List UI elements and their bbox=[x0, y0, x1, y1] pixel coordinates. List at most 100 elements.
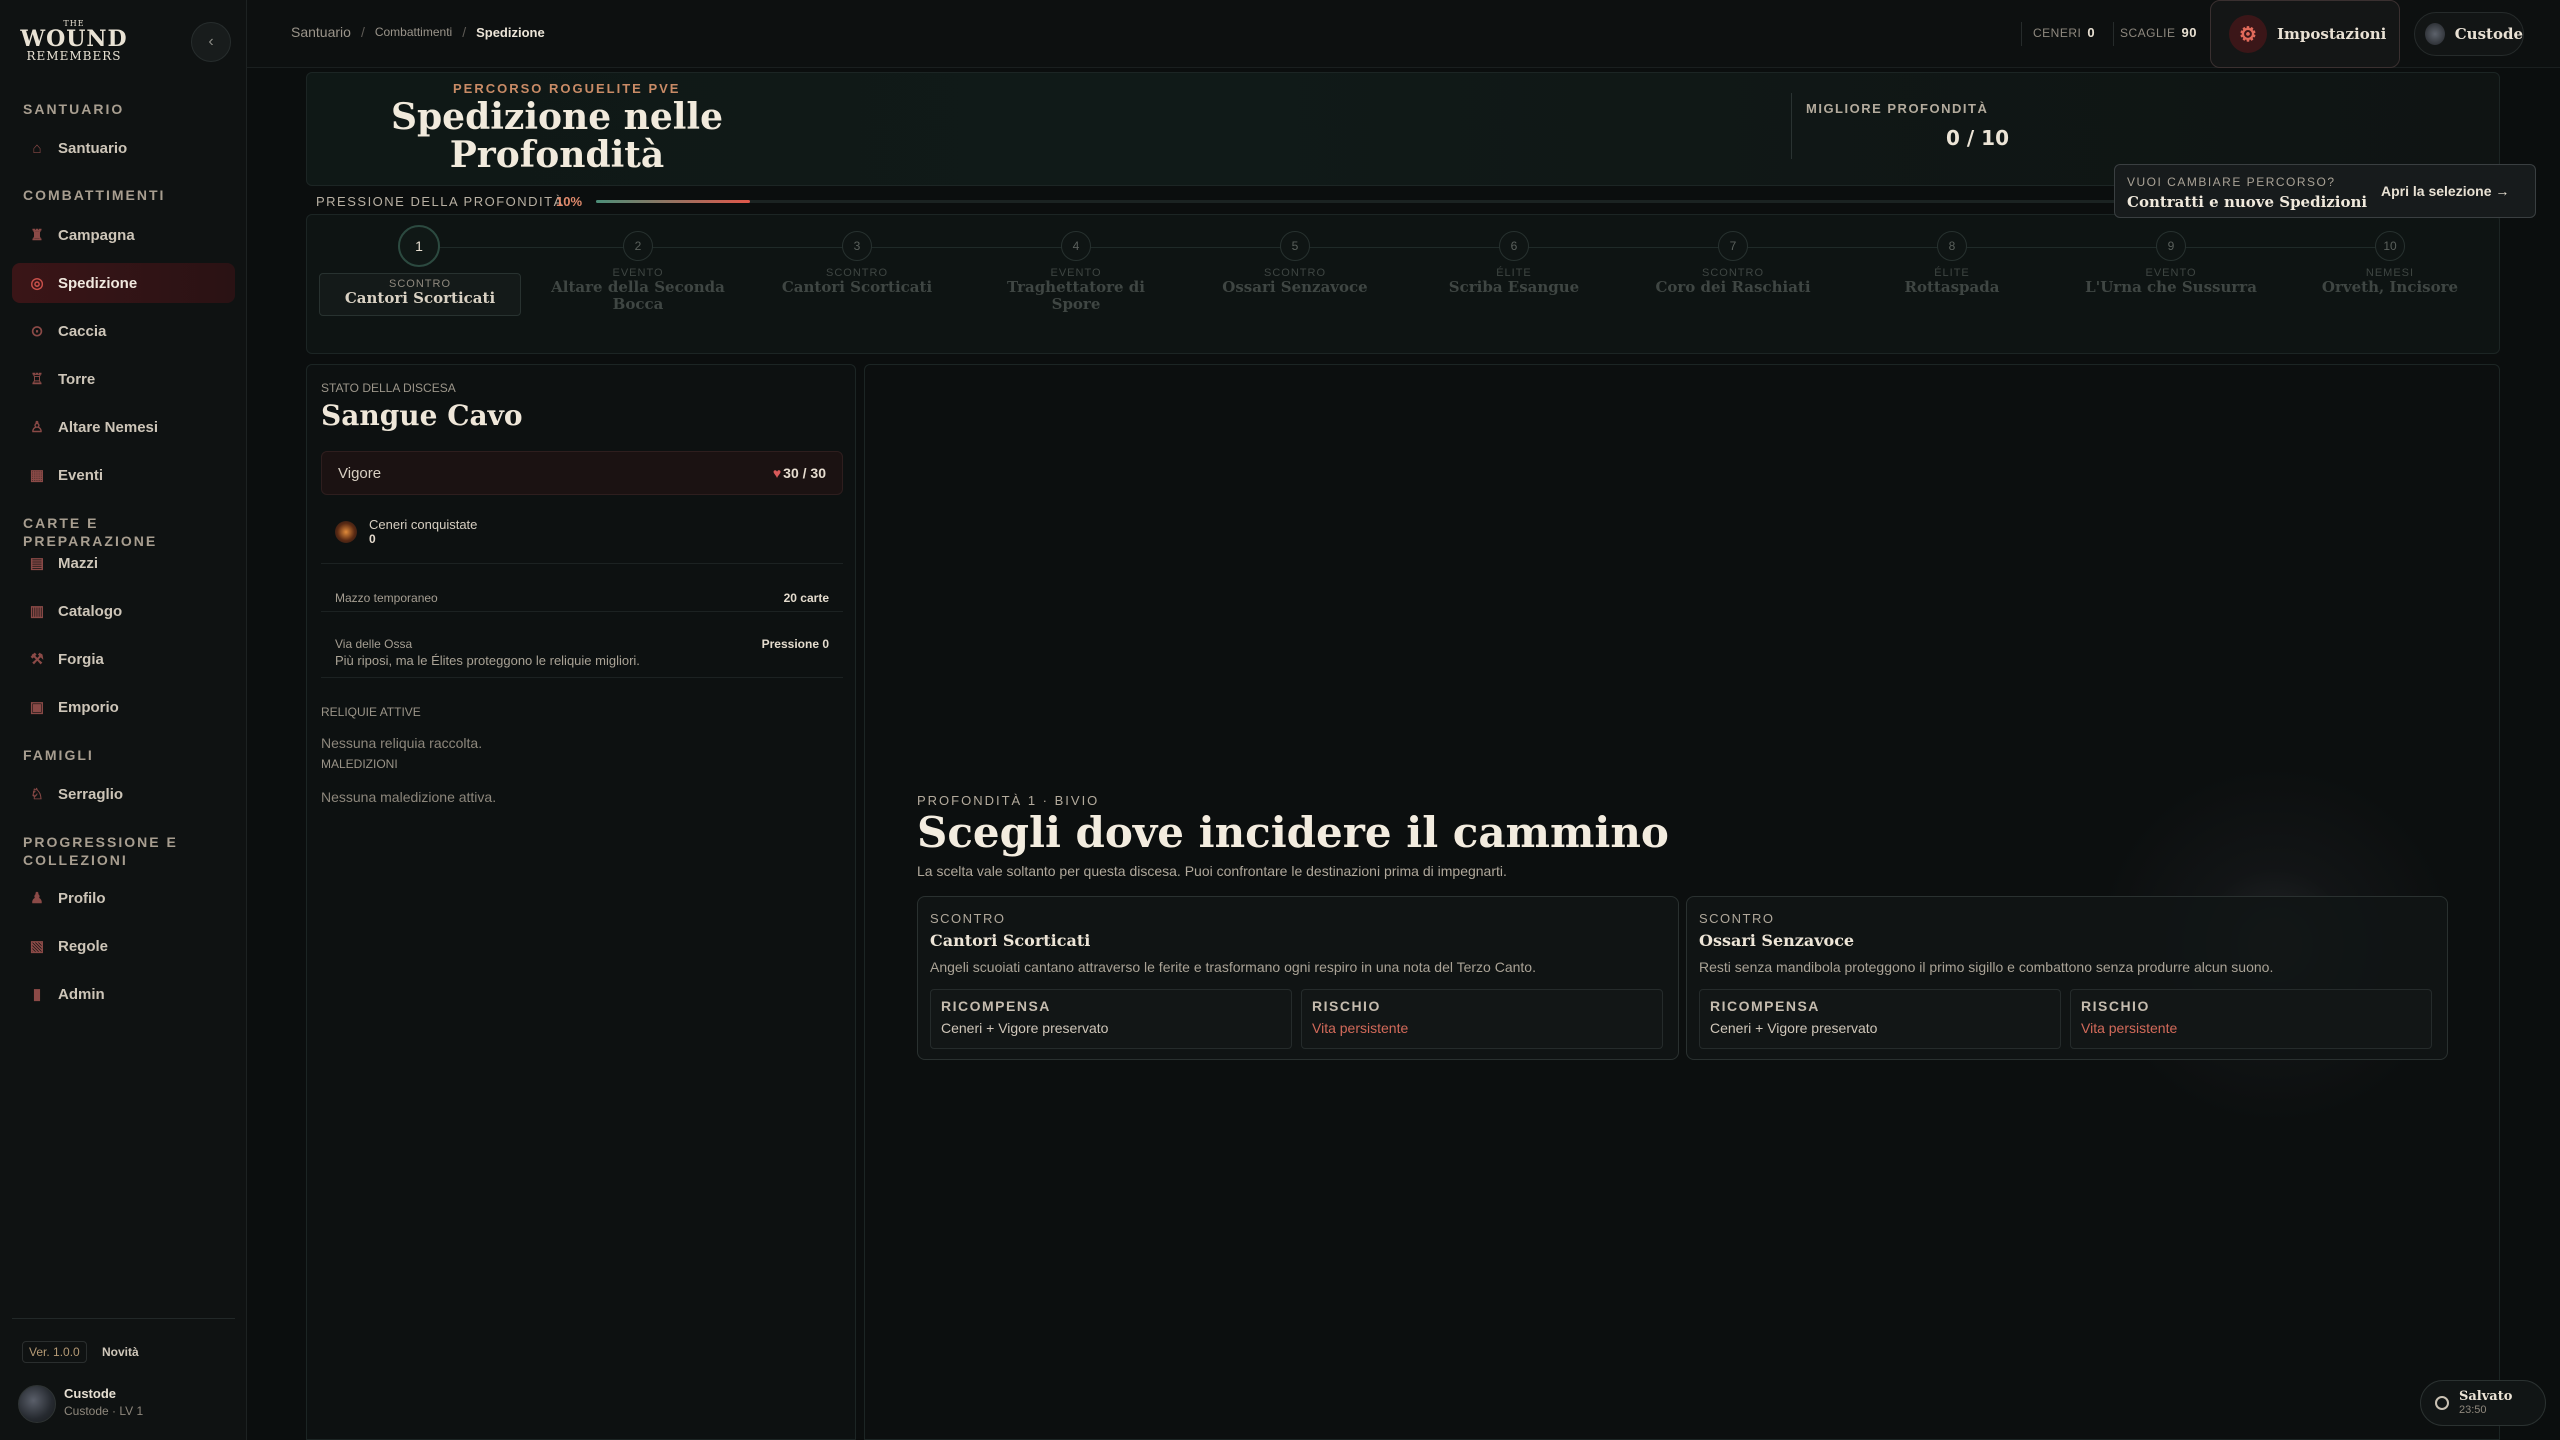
sidebar-item-regole[interactable]: ▧ Regole bbox=[12, 926, 235, 966]
choice-description: Angeli scuoiati cantano attraverso le fe… bbox=[930, 959, 1536, 975]
path-step[interactable]: 2 EVENTO Altare della Seconda Bocca bbox=[538, 221, 738, 312]
pressure-value: 10% bbox=[556, 194, 583, 209]
step-number: 9 bbox=[2156, 231, 2186, 261]
sidebar-item-catalogo[interactable]: ▥ Catalogo bbox=[12, 591, 235, 631]
step-number: 3 bbox=[842, 231, 872, 261]
choice-type: SCONTRO bbox=[1699, 911, 1775, 926]
choice-card[interactable]: SCONTRO Ossari Senzavoce Resti senza man… bbox=[1686, 896, 2448, 1060]
reward-box: RICOMPENSA Ceneri + Vigore preservato bbox=[1699, 989, 2061, 1049]
sidebar-item-mazzi[interactable]: ▤ Mazzi bbox=[12, 543, 235, 583]
pressure-bar bbox=[596, 200, 2136, 203]
choice-title: Scegli dove incidere il cammino bbox=[917, 808, 1669, 857]
step-name: Ossari Senzavoce bbox=[1222, 278, 1368, 296]
route-title: Contratti e nuove Spedizioni bbox=[2127, 193, 2368, 211]
resource-value: 90 bbox=[2181, 25, 2197, 40]
path-step[interactable]: 3 SCONTRO Cantori Scorticati bbox=[757, 221, 957, 296]
choice-card[interactable]: SCONTRO Cantori Scorticati Angeli scuoia… bbox=[917, 896, 1679, 1060]
collapse-sidebar-button[interactable]: ‹ bbox=[191, 22, 231, 62]
cards-icon: ▤ bbox=[29, 555, 45, 572]
sidebar-user-level: Custode · LV 1 bbox=[64, 1404, 144, 1418]
save-text: Salvato 23:50 bbox=[2459, 1389, 2512, 1416]
gear-icon: ⚙ bbox=[2229, 15, 2267, 53]
app-logo[interactable]: THE WOUND REMEMBERS bbox=[20, 18, 126, 64]
sidebar-item-serraglio[interactable]: ♘ Serraglio bbox=[12, 774, 235, 814]
vigor-value-wrap: ♥ 30 / 30 bbox=[773, 465, 826, 481]
path-step[interactable]: 7 SCONTRO Coro dei Raschiati bbox=[1633, 221, 1833, 296]
best-depth: MIGLIORE PROFONDITÀ 0 / 10 bbox=[1791, 93, 2009, 159]
breadcrumb-santuario[interactable]: Santuario bbox=[291, 24, 351, 40]
path-pressure: Pressione 0 bbox=[761, 637, 829, 651]
sidebar-item-altare-nemesi[interactable]: ♙ Altare Nemesi bbox=[12, 407, 235, 447]
divider bbox=[321, 611, 843, 612]
book-icon: ▥ bbox=[29, 603, 45, 620]
news-link[interactable]: Novità bbox=[102, 1345, 139, 1359]
sidebar-item-admin[interactable]: ▮ Admin bbox=[12, 974, 235, 1014]
step-name: Rottaspada bbox=[1904, 278, 2000, 296]
settings-button[interactable]: ⚙ Impostazioni bbox=[2210, 0, 2400, 68]
step-name: Traghettatore di Spore bbox=[1007, 278, 1145, 313]
temple-icon: ⌂ bbox=[32, 139, 42, 157]
risk-box: RISCHIO Vita persistente bbox=[2070, 989, 2432, 1049]
sidebar-item-label: Catalogo bbox=[58, 602, 123, 620]
sidebar-item-label: Mazzi bbox=[58, 554, 99, 572]
sidebar-item-eventi[interactable]: ▦ Eventi bbox=[12, 455, 235, 495]
best-depth-label: MIGLIORE PROFONDITÀ bbox=[1806, 101, 1989, 116]
breadcrumb-current: Spedizione bbox=[476, 24, 545, 40]
path-step[interactable]: 5 SCONTRO Ossari Senzavoce bbox=[1195, 221, 1395, 296]
path-step[interactable]: 10 NEMESI Orveth, Incisore bbox=[2290, 221, 2490, 296]
risk-value: Vita persistente bbox=[1312, 1020, 1409, 1036]
sidebar-item-profilo[interactable]: ♟ Profilo bbox=[12, 878, 235, 918]
resource-ceneri: CENERI 0 bbox=[2033, 25, 2095, 40]
save-status: Salvato 23:50 bbox=[2420, 1380, 2546, 1426]
sidebar-item-caccia[interactable]: ⊙ Caccia bbox=[12, 311, 235, 351]
path-step[interactable]: 6 ÉLITE Scriba Esangue bbox=[1414, 221, 1614, 296]
saved-icon bbox=[2435, 1396, 2449, 1410]
sidebar-item-label: Caccia bbox=[58, 322, 107, 340]
sidebar-divider bbox=[12, 1318, 235, 1319]
curses-empty: Nessuna maledizione attiva. bbox=[321, 789, 497, 805]
sidebar-item-label: Forgia bbox=[58, 650, 104, 668]
step-number: 7 bbox=[1718, 231, 1748, 261]
ashes-value: 0 bbox=[369, 532, 376, 546]
reward-box: RICOMPENSA Ceneri + Vigore preservato bbox=[930, 989, 1292, 1049]
avatar[interactable] bbox=[18, 1385, 56, 1423]
reward-value: Ceneri + Vigore preservato bbox=[941, 1020, 1109, 1036]
sidebar-item-label: Santuario bbox=[58, 139, 128, 157]
path-step[interactable]: 1 SCONTRO Cantori Scorticati bbox=[319, 221, 521, 316]
pressure-label: PRESSIONE DELLA PROFONDITÀ bbox=[316, 194, 564, 209]
nav-section-santuario: SANTUARIO bbox=[23, 101, 125, 117]
tower-icon: ♖ bbox=[30, 371, 44, 388]
sidebar-item-santuario[interactable]: ⌂ Santuario bbox=[12, 128, 235, 168]
step-name: L'Urna che Sussurra bbox=[2085, 278, 2257, 296]
sidebar-item-emporio[interactable]: ▣ Emporio bbox=[12, 687, 235, 727]
change-route-card[interactable]: VUOI CAMBIARE PERCORSO? Contratti e nuov… bbox=[2114, 164, 2536, 218]
sidebar-item-label: Torre bbox=[58, 370, 96, 388]
reward-label: RICOMPENSA bbox=[1710, 998, 1820, 1014]
path-step[interactable]: 8 ÉLITE Rottaspada bbox=[1852, 221, 2052, 296]
step-number: 8 bbox=[1937, 231, 1967, 261]
compass-icon: ◎ bbox=[30, 275, 44, 292]
breadcrumb-combattimenti[interactable]: Combattimenti bbox=[375, 25, 452, 39]
sidebar-item-forgia[interactable]: ⚒ Forgia bbox=[12, 639, 235, 679]
reward-value: Ceneri + Vigore preservato bbox=[1710, 1020, 1878, 1036]
path-step[interactable]: 4 EVENTO Traghettatore di Spore bbox=[976, 221, 1176, 312]
ashes-text: Ceneri conquistate 0 bbox=[369, 517, 477, 546]
choice-name: Ossari Senzavoce bbox=[1699, 931, 1855, 950]
calendar-icon: ▦ bbox=[29, 467, 45, 484]
sidebar-item-torre[interactable]: ♖ Torre bbox=[12, 359, 235, 399]
open-selection-link[interactable]: Apri la selezione → bbox=[2381, 183, 2509, 199]
step-number: 4 bbox=[1061, 231, 1091, 261]
nav-section-famigli: FAMIGLI bbox=[23, 747, 94, 763]
ember-icon bbox=[335, 520, 357, 543]
sidebar-item-spedizione[interactable]: ◎ Spedizione bbox=[12, 263, 235, 303]
user-menu-button[interactable]: Custode bbox=[2414, 12, 2524, 56]
step-name: Altare della Seconda Bocca bbox=[551, 278, 725, 313]
step-number: 2 bbox=[623, 231, 653, 261]
step-name: Scriba Esangue bbox=[1448, 278, 1580, 296]
status-kicker: STATO DELLA DISCESA bbox=[321, 381, 456, 395]
path-step[interactable]: 9 EVENTO L'Urna che Sussurra bbox=[2071, 221, 2271, 296]
sidebar-item-campagna[interactable]: ♜ Campagna bbox=[12, 215, 235, 255]
hammer-icon: ⚒ bbox=[30, 651, 44, 668]
sidebar-item-label: Admin bbox=[58, 985, 105, 1003]
creature-icon: ♘ bbox=[30, 786, 44, 803]
